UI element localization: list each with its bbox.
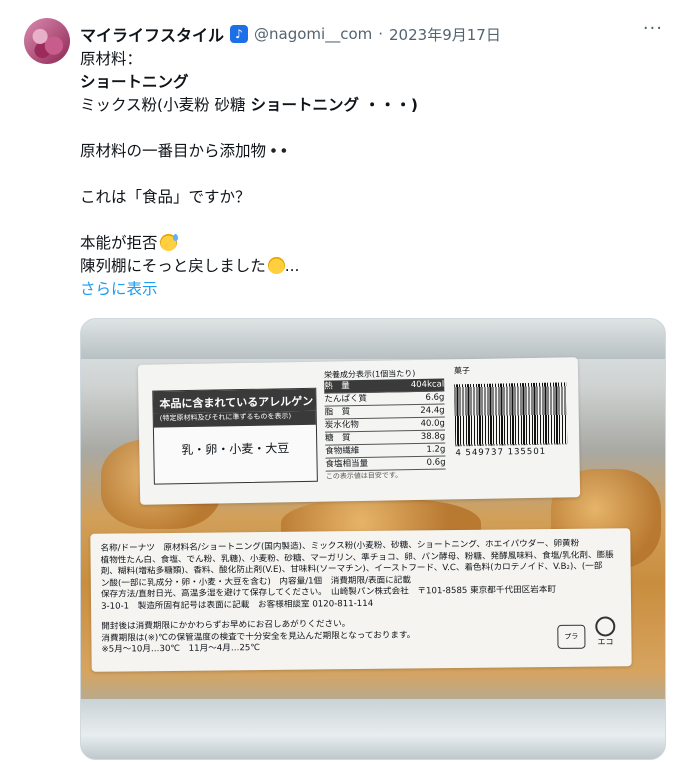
text-line: 陳列棚にそっと戻しました... xyxy=(80,255,660,278)
text-line: 原材料の一番目から添加物 xyxy=(80,140,660,163)
separator-dot: · xyxy=(378,25,384,43)
text-fragment: 本能が拒否 xyxy=(80,234,158,252)
text-fragment: 原材料の一番目から添加物 xyxy=(80,142,267,160)
nutrition-note: この表示値は目安です。 xyxy=(325,471,403,481)
pleading-face-emoji-icon xyxy=(267,257,285,274)
text-fragment: ミックス粉(小麦粉 砂糖 xyxy=(80,96,251,114)
nutrition-table: 栄養成分表示(1個当たり) 熱 量 404kcal たんぱく質 6.6g 脂 質 24… xyxy=(324,368,446,482)
avatar[interactable] xyxy=(24,18,70,64)
notice-lines: 開封後は消費期限にかかわらずお早めにお召しあがりください。 消費期限は(※)℃の… xyxy=(95,617,575,657)
allergen-items: 乳・卵・小麦・大豆 xyxy=(181,441,290,458)
text-line: 原材料： xyxy=(80,50,143,68)
tweet-text: 原材料： ショートニング ミックス粉(小麦粉 砂糖 ショートニング ・・・) 原… xyxy=(80,48,660,301)
text-fragment-bold: ショートニング ・・・) xyxy=(250,96,418,114)
sweat-smile-emoji-icon xyxy=(159,234,178,251)
label-top: 本品に含まれているアレルゲン (特定原材料及びそれに準ずるものを表示) 乳・卵・… xyxy=(137,357,581,505)
tweet-header: マイライフスタイル ♪ @nagomi__com · 2023年9月17日 xyxy=(80,22,501,46)
allergen-title: 本品に含まれているアレルゲン xyxy=(153,388,316,414)
barcode-icon xyxy=(454,382,568,447)
barcode-number: 4 549737 135501 xyxy=(455,446,547,459)
tweet: マイライフスタイル ♪ @nagomi__com · 2023年9月17日 ··… xyxy=(0,0,699,762)
allergen-box: 本品に含まれているアレルゲン (特定原材料及びそれに準ずるものを表示) 乳・卵・… xyxy=(152,387,318,485)
label-ingredients: 名称/ドーナツ 原材料名/ショートニング(国内製造)、ミックス粉(小麦粉、砂糖、… xyxy=(90,528,632,672)
recycle-pla-icon: プラ xyxy=(557,624,586,649)
text-line: 本能が拒否 xyxy=(80,232,660,255)
eco-mark-icon: エコ xyxy=(593,616,617,646)
barcode-area: 菓子 4 549737 135501 xyxy=(454,363,574,493)
text-line: ミックス粉(小麦粉 砂糖 ショートニング ・・・) xyxy=(80,94,660,117)
ingredient-lines: 名称/ドーナツ 原材料名/ショートニング(国内製造)、ミックス粉(小麦粉、砂糖、… xyxy=(94,538,625,613)
ellipsis: ... xyxy=(284,257,300,275)
handle[interactable]: @nagomi__com xyxy=(254,25,372,43)
text-fragment: 陳列棚にそっと戻しました xyxy=(80,257,266,275)
shelf-top xyxy=(81,319,665,359)
shelf-bottom xyxy=(81,699,665,759)
music-badge-icon: ♪ xyxy=(230,25,249,43)
eyes-emoji-icon xyxy=(268,142,291,159)
attached-photo[interactable]: 本品に含まれているアレルゲン (特定原材料及びそれに準ずるものを表示) 乳・卵・… xyxy=(80,318,666,760)
show-more-link[interactable]: さらに表示 xyxy=(80,278,660,301)
display-name[interactable]: マイライフスタイル xyxy=(80,22,224,46)
more-options-icon[interactable]: ··· xyxy=(643,18,663,39)
text-line: これは「食品」ですか？ xyxy=(80,188,251,206)
text-line: ショートニング xyxy=(80,73,189,91)
barcode-title: 菓子 xyxy=(453,366,471,376)
timestamp[interactable]: 2023年9月17日 xyxy=(389,24,501,45)
